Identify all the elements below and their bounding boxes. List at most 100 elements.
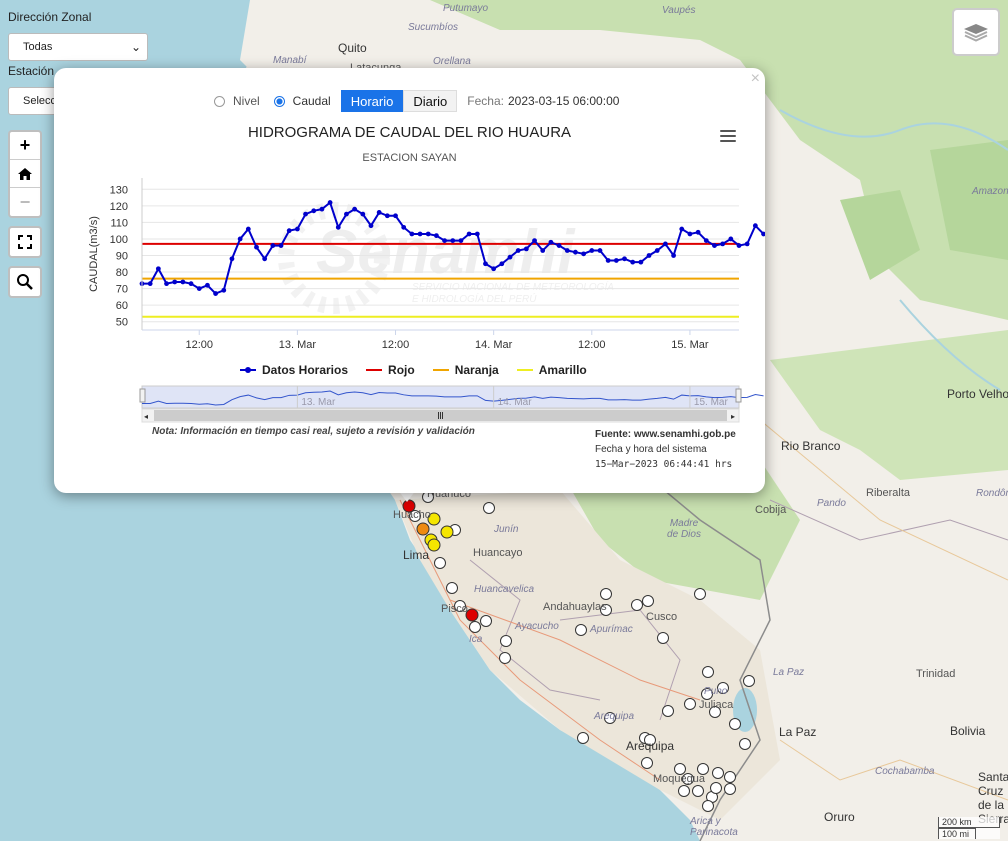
map-label: Cobija — [755, 504, 787, 516]
legend-label: Rojo — [388, 363, 415, 377]
map-label: Junín — [494, 524, 519, 535]
layers-icon — [964, 24, 988, 42]
map-label: Rondônia — [976, 488, 1008, 499]
y-tick-label: 110 — [110, 217, 128, 229]
map-label: Vaupés — [662, 5, 696, 16]
data-point — [654, 248, 660, 253]
data-point — [695, 229, 701, 235]
map-label: Apurímac — [590, 624, 633, 635]
data-point — [384, 213, 390, 219]
data-point — [523, 246, 529, 252]
map-label: Quito — [338, 41, 367, 55]
fullscreen-button[interactable] — [8, 226, 42, 258]
scroll-left-arrow-icon: ◂ — [144, 412, 148, 421]
direccion-zonal-select[interactable]: Todas ⌄ — [8, 33, 148, 61]
navigator-label: 15. Mar — [694, 397, 729, 408]
data-point — [638, 259, 644, 265]
senamhi-watermark: Senamhi SERVICIO NACIONAL DE METEOROLOGÍ… — [278, 202, 614, 314]
disclaimer-note: Nota: Información en tiempo casi real, s… — [152, 426, 475, 437]
y-axis-label: CAUDAL(m3/s) — [88, 216, 100, 292]
data-point — [188, 281, 194, 287]
data-point — [491, 266, 497, 272]
y-tick-label: 80 — [116, 267, 128, 279]
data-point — [613, 258, 619, 263]
data-point — [393, 213, 398, 219]
data-point — [540, 248, 546, 253]
map-label: Andahuaylas — [543, 601, 607, 613]
map-label: Huancavelica — [474, 584, 535, 595]
data-point — [483, 261, 488, 267]
data-point — [286, 228, 292, 234]
scroll-right-arrow-icon: ▸ — [731, 412, 735, 421]
map-label: Riberalta — [866, 487, 911, 499]
data-point — [180, 279, 186, 285]
data-point — [581, 251, 587, 257]
zoom-in-button[interactable]: + — [10, 132, 40, 160]
data-point — [515, 248, 521, 253]
legend-swatch — [432, 369, 449, 371]
map-label: Sucumbíos — [408, 22, 459, 33]
data-point — [573, 249, 578, 255]
map-label: Huacho — [393, 509, 431, 521]
x-tick-label: 14. Mar — [475, 339, 513, 351]
zoom-out-button[interactable]: − — [10, 188, 40, 216]
data-point — [434, 233, 439, 239]
x-tick-label: 12:00 — [382, 339, 410, 351]
data-point — [736, 243, 742, 248]
estacion-label: Estación — [8, 64, 55, 78]
legend-item[interactable]: Datos Horarios — [240, 363, 348, 377]
data-point — [646, 253, 652, 258]
data-point — [360, 211, 366, 217]
map-label: Juliaca — [699, 699, 734, 711]
legend-item[interactable]: Amarillo — [516, 363, 587, 377]
y-tick-label: 130 — [110, 184, 128, 196]
home-button[interactable] — [10, 160, 40, 188]
data-point — [278, 243, 284, 248]
data-point — [213, 291, 219, 296]
navigator-handle-left — [139, 388, 146, 403]
scale-mi: 100 mi — [938, 828, 976, 839]
data-point — [564, 248, 570, 253]
hydrograph-popup: × Nivel Caudal Horario Diario Fecha: 202… — [54, 68, 765, 493]
data-point — [376, 210, 382, 215]
y-tick-label: 90 — [116, 251, 128, 263]
map-label: Arequipa — [594, 711, 635, 722]
map-label: Puno — [704, 686, 728, 697]
y-tick-label: 50 — [116, 317, 128, 329]
data-point — [319, 206, 325, 212]
layers-button[interactable] — [952, 8, 1000, 56]
fullscreen-icon — [18, 235, 32, 249]
data-point — [221, 287, 227, 293]
data-point — [605, 258, 611, 263]
map-label: Ayacucho — [515, 621, 559, 632]
data-point — [532, 238, 537, 244]
data-point — [662, 241, 668, 247]
system-date-label: Fecha y hora del sistema — [595, 444, 707, 455]
data-point — [147, 281, 153, 287]
navigator[interactable]: 13. Mar 14. Mar 15. Mar ◂ ▸ — [139, 385, 764, 423]
data-point — [548, 239, 554, 245]
data-point — [442, 238, 447, 244]
map-label: Bolivia — [950, 724, 986, 738]
map-label: Orellana — [433, 56, 471, 67]
legend-item[interactable]: Naranja — [432, 363, 499, 377]
data-point — [728, 236, 734, 242]
data-point — [401, 224, 407, 230]
legend-item[interactable]: Rojo — [366, 363, 415, 377]
map-label: Manabí — [273, 55, 307, 66]
data-point — [499, 261, 505, 267]
estacion-select[interactable]: Selecc — [8, 87, 58, 115]
search-button[interactable] — [8, 266, 42, 298]
data-point — [703, 238, 709, 244]
data-point — [164, 281, 169, 287]
map-label: La Paz — [773, 667, 805, 678]
map-label: La Paz — [779, 725, 817, 739]
map-label: Trinidad — [916, 668, 956, 680]
navigator-mask — [141, 385, 740, 409]
data-point — [474, 231, 480, 237]
direccion-zonal-value: Todas — [23, 41, 53, 53]
data-point — [229, 256, 235, 262]
x-tick-label: 12:00 — [578, 339, 606, 351]
data-point — [172, 279, 178, 285]
data-point — [589, 248, 595, 253]
